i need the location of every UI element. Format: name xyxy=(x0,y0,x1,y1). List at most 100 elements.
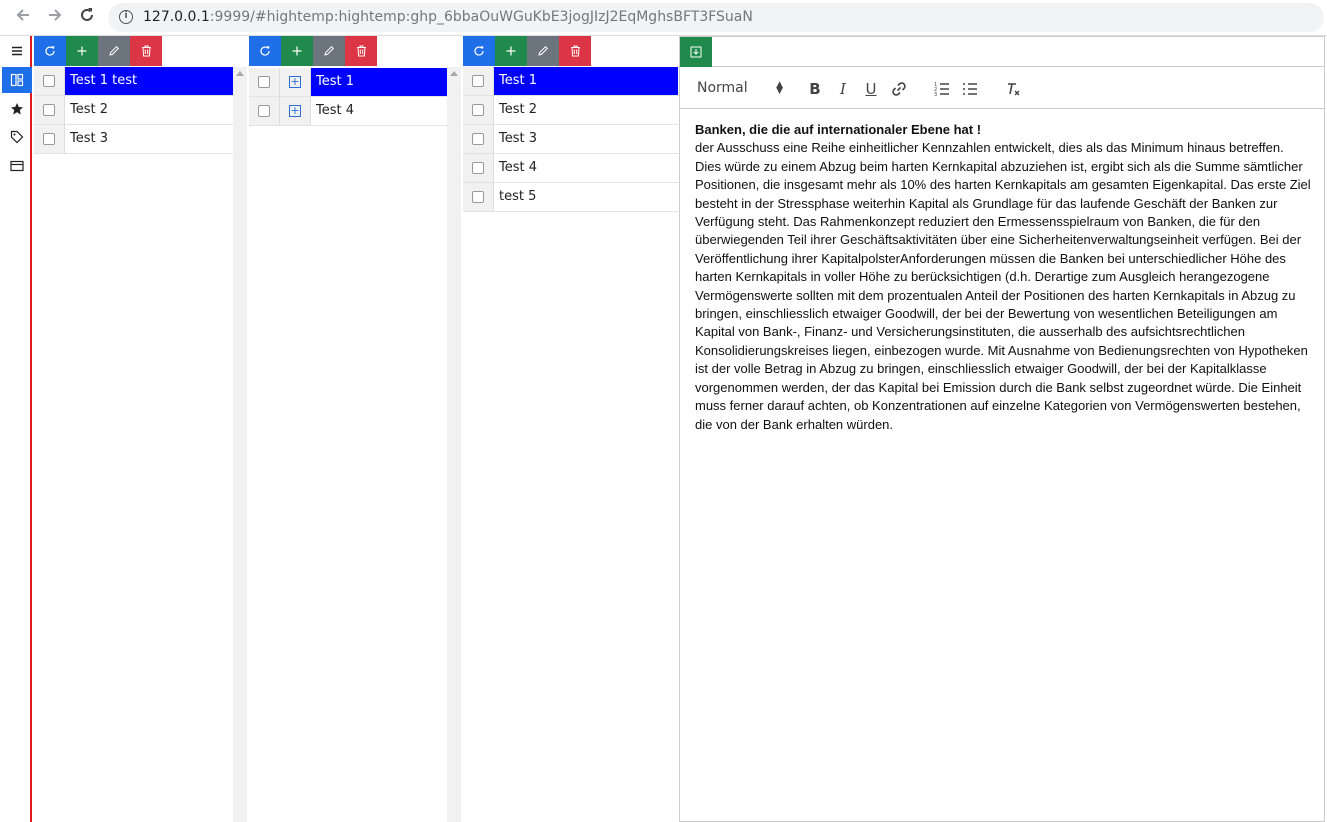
trash-icon xyxy=(570,45,580,57)
format-select-value: Normal xyxy=(697,80,748,96)
url-text[interactable]: 127.0.0.1:9999/#hightemp:hightemp:ghp_6b… xyxy=(143,9,753,25)
row-checkbox[interactable] xyxy=(463,67,494,95)
formatting-toolbar: Normal ▲ ▼ B I U 123 xyxy=(680,68,1324,109)
panel-2-toolbar xyxy=(249,36,377,66)
save-icon xyxy=(690,46,702,58)
panel-2-list: + Test 1 + Test 4 xyxy=(249,68,447,126)
svg-text:3: 3 xyxy=(934,92,937,96)
list-item[interactable]: test 5 xyxy=(463,183,678,212)
content-heading: Banken, die die auf internationaler Eben… xyxy=(695,122,982,137)
edit-button[interactable] xyxy=(527,36,559,66)
delete-button[interactable] xyxy=(130,36,162,66)
refresh-button[interactable] xyxy=(34,36,66,66)
list-item[interactable]: Test 1 test xyxy=(34,67,233,96)
save-button[interactable] xyxy=(680,37,712,67)
info-icon[interactable]: i xyxy=(119,10,133,24)
row-checkbox[interactable] xyxy=(34,67,65,95)
list-item-label: Test 2 xyxy=(499,102,538,117)
format-select[interactable]: Normal ▲ ▼ xyxy=(697,80,783,98)
list-item[interactable]: + Test 4 xyxy=(249,97,447,126)
list-item[interactable]: Test 3 xyxy=(34,125,233,154)
star-icon[interactable] xyxy=(2,96,32,122)
refresh-button[interactable] xyxy=(463,36,495,66)
list-item-label: Test 3 xyxy=(499,131,538,146)
select-arrows-icon: ▲ ▼ xyxy=(776,80,783,96)
list-item-label: Test 2 xyxy=(70,102,109,117)
plus-icon xyxy=(506,46,516,56)
list-item[interactable]: Test 3 xyxy=(463,125,678,154)
address-bar[interactable]: i 127.0.0.1:9999/#hightemp:hightemp:ghp_… xyxy=(108,3,1324,32)
add-button[interactable] xyxy=(495,36,527,66)
card-icon[interactable] xyxy=(2,153,32,179)
row-checkbox[interactable] xyxy=(463,183,494,211)
left-rail xyxy=(0,36,32,822)
pencil-icon xyxy=(324,45,335,56)
list-item[interactable]: Test 1 xyxy=(463,67,678,96)
note-editor: Normal ▲ ▼ B I U 123 Banken, die die auf … xyxy=(679,36,1325,822)
pencil-icon xyxy=(538,45,549,56)
add-button[interactable] xyxy=(66,36,98,66)
list-item-label: Test 1 test xyxy=(65,67,233,95)
expand-icon[interactable]: + xyxy=(280,97,311,125)
scroll-up-icon[interactable] xyxy=(450,71,458,76)
editor-content[interactable]: Banken, die die auf internationaler Eben… xyxy=(695,121,1313,434)
back-arrow-icon[interactable] xyxy=(11,6,35,30)
panel-1-toolbar xyxy=(34,36,162,66)
row-checkbox[interactable] xyxy=(249,97,280,125)
plus-icon xyxy=(292,46,302,56)
list-item-label: test 5 xyxy=(499,189,537,204)
reload-icon[interactable] xyxy=(75,6,99,30)
underline-icon[interactable]: U xyxy=(860,78,882,100)
dashboard-icon[interactable] xyxy=(2,67,32,93)
clear-format-icon[interactable] xyxy=(1002,78,1024,100)
editor-topbar xyxy=(680,37,1324,67)
list-item[interactable]: Test 2 xyxy=(463,96,678,125)
ordered-list-icon[interactable]: 123 xyxy=(931,78,953,100)
content-body: der Ausschuss eine Reihe einheitlicher K… xyxy=(695,140,1311,432)
forward-arrow-icon[interactable] xyxy=(43,6,67,30)
list-item[interactable]: Test 2 xyxy=(34,96,233,125)
add-button[interactable] xyxy=(281,36,313,66)
scroll-up-icon[interactable] xyxy=(236,71,244,76)
browser-toolbar: i 127.0.0.1:9999/#hightemp:hightemp:ghp_… xyxy=(0,0,1327,36)
bullet-list-icon[interactable] xyxy=(959,78,981,100)
row-checkbox[interactable] xyxy=(463,96,494,124)
delete-button[interactable] xyxy=(559,36,591,66)
bold-icon[interactable]: B xyxy=(804,78,826,100)
row-checkbox[interactable] xyxy=(463,154,494,182)
link-icon[interactable] xyxy=(888,78,910,100)
edit-button[interactable] xyxy=(313,36,345,66)
row-checkbox[interactable] xyxy=(249,68,280,96)
menu-icon[interactable] xyxy=(2,38,32,64)
panel-3: Test 1 Test 2 Test 3 Test 4 test 5 xyxy=(463,36,678,822)
row-checkbox[interactable] xyxy=(34,96,65,124)
refresh-icon xyxy=(474,46,484,56)
panel-1-list: Test 1 test Test 2 Test 3 xyxy=(34,67,233,154)
list-item-label: Test 4 xyxy=(316,103,355,118)
panel-2: + Test 1 + Test 4 xyxy=(249,36,447,822)
panel-2-scrollbar[interactable] xyxy=(447,67,461,822)
italic-icon[interactable]: I xyxy=(832,78,854,100)
tag-icon[interactable] xyxy=(2,124,32,150)
url-path: :9999/#hightemp:hightemp:ghp_6bbaOuWGuKb… xyxy=(209,9,753,25)
panel-1-scrollbar[interactable] xyxy=(233,67,247,822)
expand-icon[interactable]: + xyxy=(280,68,311,96)
trash-icon xyxy=(141,45,151,57)
list-item[interactable]: + Test 1 xyxy=(249,68,447,97)
app-root: Test 1 test Test 2 Test 3 + Test 1 + Tes… xyxy=(0,36,1327,822)
edit-button[interactable] xyxy=(98,36,130,66)
list-item-label: Test 1 xyxy=(494,67,678,95)
row-checkbox[interactable] xyxy=(463,125,494,153)
row-checkbox[interactable] xyxy=(34,125,65,153)
panel-3-toolbar xyxy=(463,36,591,66)
refresh-button[interactable] xyxy=(249,36,281,66)
trash-icon xyxy=(356,45,366,57)
pencil-icon xyxy=(109,45,120,56)
refresh-icon xyxy=(260,46,270,56)
refresh-icon xyxy=(45,46,55,56)
plus-icon xyxy=(77,46,87,56)
delete-button[interactable] xyxy=(345,36,377,66)
list-item[interactable]: Test 4 xyxy=(463,154,678,183)
panel-3-list: Test 1 Test 2 Test 3 Test 4 test 5 xyxy=(463,67,678,212)
list-item-label: Test 3 xyxy=(70,131,109,146)
